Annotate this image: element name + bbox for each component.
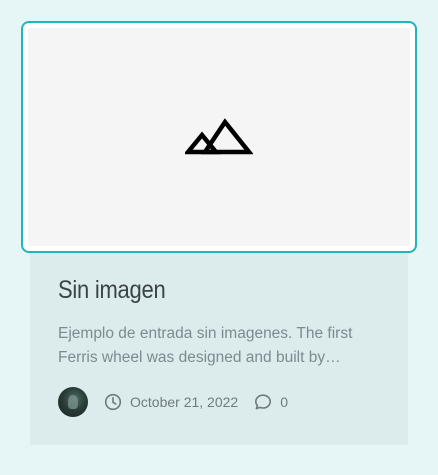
post-excerpt: Ejemplo de entrada sin imagenes. The fir… bbox=[58, 325, 353, 366]
author-avatar[interactable] bbox=[58, 386, 88, 417]
mountain-placeholder-icon bbox=[185, 117, 253, 157]
post-comments[interactable]: 0 bbox=[254, 393, 288, 411]
post-thumbnail-placeholder[interactable] bbox=[21, 21, 417, 253]
post-date[interactable]: October 21, 2022 bbox=[104, 393, 238, 411]
comment-bubble-icon bbox=[254, 393, 272, 411]
post-meta: October 21, 2022 0 bbox=[58, 386, 288, 417]
post-comments-count: 0 bbox=[280, 393, 288, 410]
post-date-text: October 21, 2022 bbox=[130, 393, 239, 410]
clock-icon bbox=[104, 393, 122, 411]
post-title[interactable]: Sin imagen bbox=[58, 274, 166, 306]
